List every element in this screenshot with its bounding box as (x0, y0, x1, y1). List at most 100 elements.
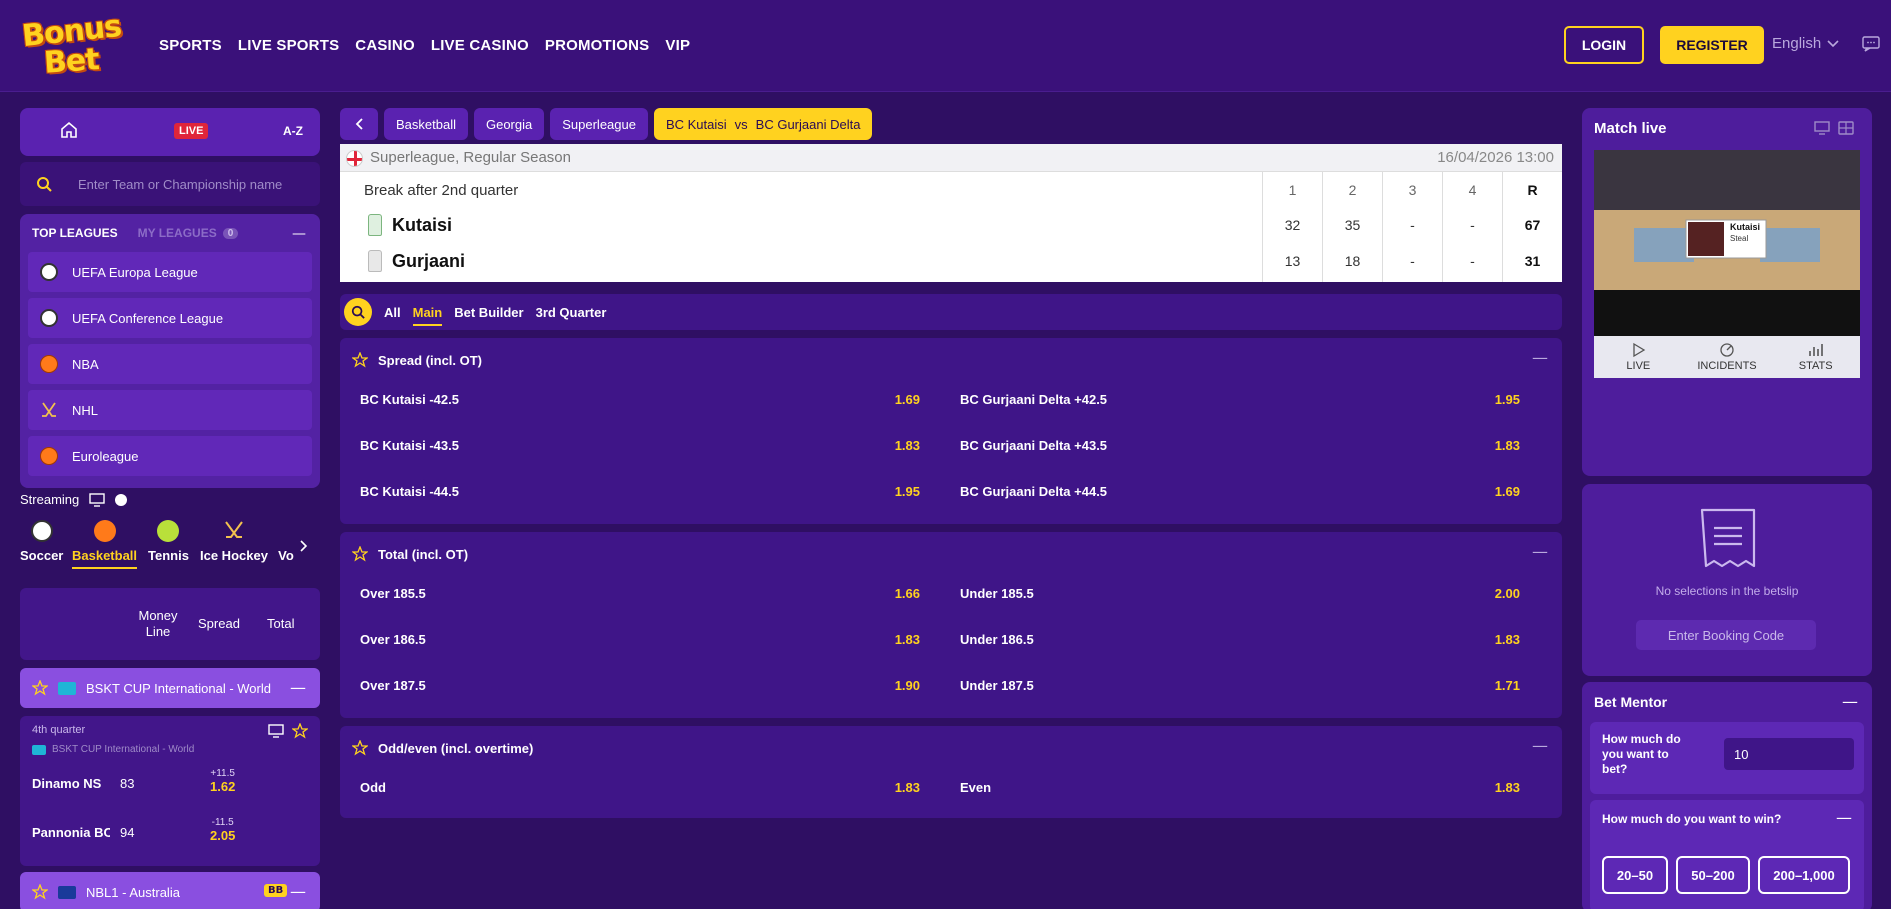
market-tab-total[interactable]: Total (267, 616, 294, 631)
odd-button[interactable]: Over 185.5 1.66 (340, 570, 940, 616)
league-item[interactable]: NHL (28, 390, 312, 430)
top-leagues-tab[interactable]: TOP LEAGUES (32, 226, 118, 240)
register-button[interactable]: REGISTER (1660, 26, 1764, 64)
az-tab[interactable]: A-Z (283, 124, 303, 138)
nav-vip[interactable]: VIP (665, 37, 690, 54)
away-odd-button[interactable]: -11.5 2.05 (210, 817, 235, 843)
back-button[interactable] (340, 108, 378, 140)
nav-live-sports[interactable]: LIVE SPORTS (238, 37, 339, 54)
odd-button[interactable]: BC Gurjaani Delta +43.5 1.83 (940, 422, 1540, 468)
stake-input[interactable] (1724, 738, 1854, 770)
filter-main[interactable]: Main (412, 305, 443, 326)
win-range-chip[interactable]: 200–1,000 (1758, 856, 1850, 894)
star-icon[interactable] (32, 680, 48, 696)
collapse-icon[interactable]: — (1532, 542, 1548, 561)
collapse-icon[interactable]: — (290, 882, 306, 901)
chat-icon[interactable] (1862, 36, 1880, 52)
odd-button[interactable]: BC Kutaisi -42.5 1.69 (340, 376, 940, 422)
odd-button[interactable]: BC Kutaisi -43.5 1.83 (340, 422, 940, 468)
total-header: R (1527, 182, 1538, 198)
betslip-empty-text: No selections in the betslip (1655, 584, 1799, 598)
market-title-row: Spread (incl. OT) (352, 352, 482, 368)
star-icon[interactable] (352, 740, 368, 756)
odd-button[interactable]: Odd 1.83 (340, 764, 940, 810)
odd-button[interactable]: Even 1.83 (940, 764, 1540, 810)
home-odd-button[interactable]: +11.5 1.62 (210, 768, 235, 794)
win-range-chip[interactable]: 20–50 (1602, 856, 1668, 894)
video-tab-stats[interactable]: STATS (1771, 336, 1860, 378)
market-row: Over 186.5 1.83 Under 186.5 1.83 (340, 616, 1562, 662)
league-item[interactable]: UEFA Conference League (28, 298, 312, 338)
video-tab-incidents[interactable]: INCIDENTS (1683, 336, 1772, 378)
home-period-score: - (1470, 217, 1475, 233)
nav-sports[interactable]: SPORTS (159, 37, 222, 54)
sport-soccer[interactable]: Soccer (20, 520, 63, 563)
video-tab-live[interactable]: LIVE (1594, 336, 1683, 378)
breadcrumb-country[interactable]: Georgia (473, 108, 545, 140)
competition-header[interactable]: NBL1 - Australia BB — (20, 872, 320, 909)
odd-value: 1.90 (894, 677, 920, 693)
away-score: 94 (120, 825, 135, 840)
breadcrumb-sport[interactable]: Basketball (384, 108, 468, 140)
nav-live-casino[interactable]: LIVE CASINO (431, 37, 529, 54)
login-button[interactable]: LOGIN (1564, 26, 1644, 64)
selection-name: BC Gurjaani Delta +42.5 (960, 391, 1108, 407)
odd-button[interactable]: Under 185.5 2.00 (940, 570, 1540, 616)
chevron-right-icon[interactable] (300, 540, 308, 552)
market-tab-moneyline[interactable]: Money Line (132, 608, 184, 640)
breadcrumb-league[interactable]: Superleague (550, 108, 648, 140)
league-item[interactable]: Euroleague (28, 436, 312, 476)
league-label: NBA (72, 356, 99, 372)
odd-button[interactable]: Over 186.5 1.83 (340, 616, 940, 662)
star-icon[interactable] (352, 352, 368, 368)
collapse-icon[interactable]: — (290, 678, 306, 697)
win-range-chip[interactable]: 50–200 (1676, 856, 1750, 894)
booking-code-button[interactable]: Enter Booking Code (1636, 620, 1816, 650)
monitor-icon[interactable] (268, 724, 284, 738)
collapse-icon[interactable]: — (1842, 692, 1858, 711)
home-icon[interactable] (60, 121, 78, 139)
odd-button[interactable]: BC Gurjaani Delta +42.5 1.95 (940, 376, 1540, 422)
odd-button[interactable]: BC Kutaisi -44.5 1.95 (340, 468, 940, 514)
star-icon[interactable] (32, 884, 48, 900)
toggle-switch[interactable] (115, 493, 128, 506)
odd-button[interactable]: BC Gurjaani Delta +44.5 1.69 (940, 468, 1540, 514)
streaming-toggle[interactable]: Streaming (20, 492, 128, 507)
breadcrumb-event[interactable]: BC Kutaisi vs BC Gurjaani Delta (653, 108, 873, 140)
live-match-card[interactable]: 4th quarter BSKT CUP International - Wor… (20, 716, 320, 866)
monitor-icon[interactable] (1814, 121, 1830, 135)
bet-mentor-panel: Bet Mentor — How much do you want to bet… (1582, 682, 1872, 909)
my-leagues-tab[interactable]: MY LEAGUES 0 (138, 226, 239, 240)
scoreboard-icon[interactable] (1838, 121, 1854, 135)
collapse-icon[interactable]: — (1836, 808, 1852, 827)
stake-question: How much do you want to bet? (1590, 722, 1864, 794)
collapse-icon[interactable]: — (1532, 736, 1548, 755)
market-tab-spread[interactable]: Spread (198, 616, 240, 631)
league-item[interactable]: UEFA Europa League (28, 252, 312, 292)
filter-bet-builder[interactable]: Bet Builder (454, 305, 523, 320)
filter-all[interactable]: All (384, 305, 401, 320)
sport-tennis[interactable]: Tennis (148, 520, 189, 563)
nav-casino[interactable]: CASINO (355, 37, 415, 54)
competition-header[interactable]: BSKT CUP International - World — (20, 668, 320, 708)
league-item[interactable]: NBA (28, 344, 312, 384)
collapse-icon[interactable]: — (1532, 348, 1548, 367)
search-input[interactable] (78, 174, 308, 194)
brand-logo[interactable]: Bonus Bet (20, 9, 138, 81)
filter-3rd-quarter[interactable]: 3rd Quarter (536, 305, 607, 320)
star-icon[interactable] (352, 546, 368, 562)
odd-button[interactable]: Over 187.5 1.90 (340, 662, 940, 708)
sport-volleyball[interactable]: Vo (278, 520, 294, 563)
nav-promotions[interactable]: PROMOTIONS (545, 37, 650, 54)
live-video[interactable]: Kutaisi Steal (1594, 150, 1860, 346)
collapse-icon[interactable]: — (292, 226, 306, 242)
event-date: 16/04/2026 13:00 (1437, 149, 1554, 166)
market-search-button[interactable] (344, 298, 372, 326)
odd-button[interactable]: Under 186.5 1.83 (940, 616, 1540, 662)
language-selector[interactable]: English (1772, 35, 1839, 52)
live-tab[interactable]: LIVE (174, 123, 209, 139)
sport-basketball[interactable]: Basketball (72, 520, 137, 569)
sport-ice-hockey[interactable]: Ice Hockey (200, 520, 268, 563)
odd-button[interactable]: Under 187.5 1.71 (940, 662, 1540, 708)
star-icon[interactable] (292, 723, 308, 739)
